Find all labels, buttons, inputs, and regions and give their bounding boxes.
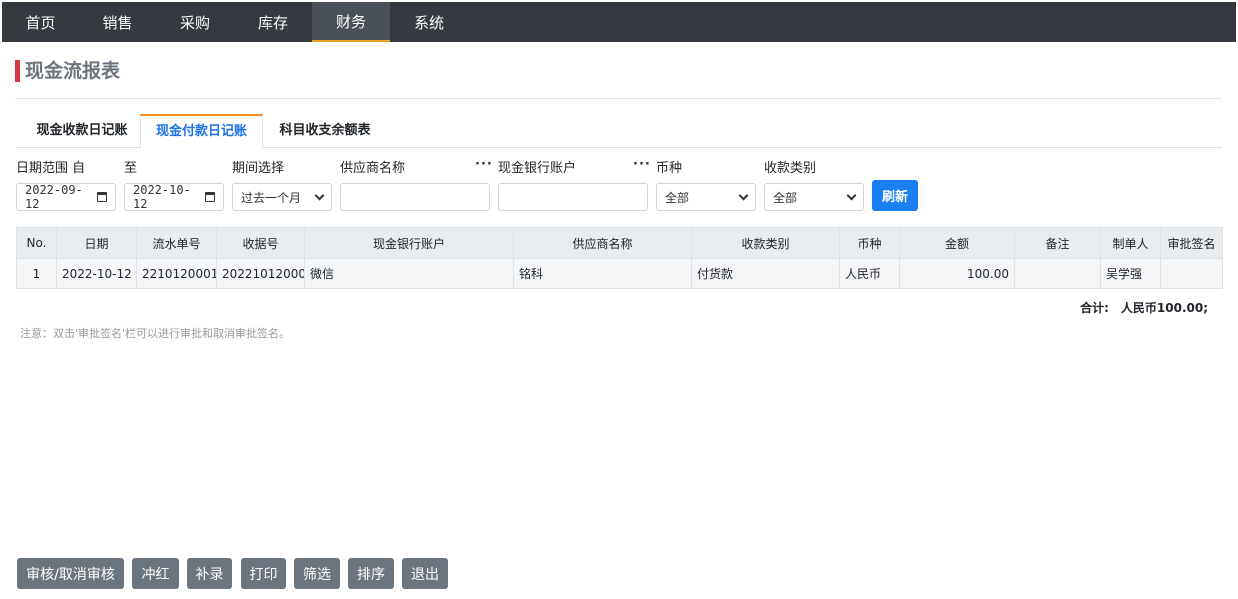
date-to-value: 2022-10-12 <box>133 183 191 211</box>
col-header-category[interactable]: 收款类别 <box>691 227 840 259</box>
col-header-serial-no[interactable]: 流水单号 <box>136 227 217 259</box>
cell-amount: 100.00 <box>899 258 1015 289</box>
cell-approval[interactable] <box>1160 258 1223 289</box>
supplier-input[interactable] <box>340 183 490 211</box>
col-header-currency[interactable]: 币种 <box>839 227 900 259</box>
nav-inventory[interactable]: 库存 <box>234 2 312 42</box>
currency-label: 币种 <box>656 161 683 176</box>
supplier-more-icon[interactable]: ··· <box>475 157 493 172</box>
cell-remark <box>1014 258 1101 289</box>
cell-date: 2022-10-12 <box>56 258 137 289</box>
usage-note: 注意：双击'审批签名'栏可以进行审批和取消审批签名。 <box>20 327 291 340</box>
approve-toggle-button[interactable]: 审核/取消审核 <box>17 558 124 589</box>
table-header-row: No. 日期 流水单号 收据号 现金银行账户 供应商名称 收款类别 币种 金额 … <box>16 227 1223 259</box>
cell-currency: 人民币 <box>839 258 900 289</box>
cell-no: 1 <box>16 258 57 289</box>
reverse-button[interactable]: 冲红 <box>132 558 179 589</box>
divider <box>15 98 1222 99</box>
col-header-remark[interactable]: 备注 <box>1014 227 1101 259</box>
report-tabs: 现金收款日记账 现金付款日记账 科目收支余额表 <box>16 114 1222 149</box>
supplier-label: 供应商名称 <box>340 161 406 176</box>
date-from-label: 日期范围 自 <box>16 161 86 176</box>
top-nav: 首页 销售 采购 库存 财务 系统 <box>2 2 1236 42</box>
chevron-down-icon <box>314 190 325 200</box>
date-from-value: 2022-09-12 <box>25 183 83 211</box>
account-more-icon[interactable]: ··· <box>633 157 651 172</box>
nav-system[interactable]: 系统 <box>390 2 468 42</box>
col-header-account[interactable]: 现金银行账户 <box>304 227 514 259</box>
exit-button[interactable]: 退出 <box>402 558 448 589</box>
category-value: 全部 <box>773 190 798 205</box>
total-label: 合计: <box>1080 301 1109 315</box>
col-header-date[interactable]: 日期 <box>56 227 137 259</box>
cell-category: 付货款 <box>691 258 840 289</box>
calendar-icon[interactable] <box>205 192 215 202</box>
date-from-input[interactable]: 2022-09-12 <box>16 183 116 211</box>
period-label: 期间选择 <box>232 161 285 176</box>
cell-supplier: 铭科 <box>513 258 692 289</box>
cell-creator: 吴学强 <box>1100 258 1161 289</box>
calendar-icon[interactable] <box>97 192 107 202</box>
cell-serial-no: 2210120001 <box>136 258 217 289</box>
supplement-button[interactable]: 补录 <box>187 558 232 589</box>
period-value: 过去一个月 <box>241 190 302 205</box>
refresh-button[interactable]: 刷新 <box>872 180 918 211</box>
date-to-label: 至 <box>124 161 138 176</box>
table-row[interactable]: 1 2022-10-12 2210120001 202210120001 微信 … <box>16 258 1223 289</box>
col-header-amount[interactable]: 金额 <box>899 227 1015 259</box>
col-header-approval[interactable]: 审批签名 <box>1160 227 1223 259</box>
journal-table: No. 日期 流水单号 收据号 现金银行账户 供应商名称 收款类别 币种 金额 … <box>16 227 1223 289</box>
nav-finance[interactable]: 财务 <box>312 2 390 42</box>
nav-purchase[interactable]: 采购 <box>156 2 234 42</box>
category-label: 收款类别 <box>764 161 817 176</box>
currency-select[interactable]: 全部 <box>656 183 756 211</box>
chevron-down-icon <box>846 190 857 200</box>
sort-button[interactable]: 排序 <box>348 558 394 589</box>
col-header-no[interactable]: No. <box>16 227 57 259</box>
col-header-supplier[interactable]: 供应商名称 <box>513 227 692 259</box>
currency-value: 全部 <box>665 190 690 205</box>
cell-account: 微信 <box>304 258 514 289</box>
tab-cash-payment-journal[interactable]: 现金付款日记账 <box>140 114 263 149</box>
page-title: 现金流报表 <box>15 60 120 82</box>
col-header-receipt-no[interactable]: 收据号 <box>216 227 305 259</box>
filter-button[interactable]: 筛选 <box>294 558 340 589</box>
cell-receipt-no: 202210120001 <box>216 258 305 289</box>
nav-sales[interactable]: 销售 <box>79 2 156 42</box>
date-to-input[interactable]: 2022-10-12 <box>124 183 224 211</box>
tab-cash-receipt-journal[interactable]: 现金收款日记账 <box>24 114 140 148</box>
account-input[interactable] <box>498 183 648 211</box>
print-button[interactable]: 打印 <box>241 558 286 589</box>
period-select[interactable]: 过去一个月 <box>232 183 332 211</box>
account-label: 现金银行账户 <box>498 161 577 176</box>
total-summary: 合计: 人民币100.00; <box>1080 299 1208 316</box>
nav-home[interactable]: 首页 <box>2 2 79 42</box>
total-value: 人民币100.00; <box>1120 301 1208 315</box>
tab-account-balance[interactable]: 科目收支余额表 <box>270 114 380 148</box>
col-header-creator[interactable]: 制单人 <box>1100 227 1161 259</box>
category-select[interactable]: 全部 <box>764 183 864 211</box>
chevron-down-icon <box>738 190 749 200</box>
